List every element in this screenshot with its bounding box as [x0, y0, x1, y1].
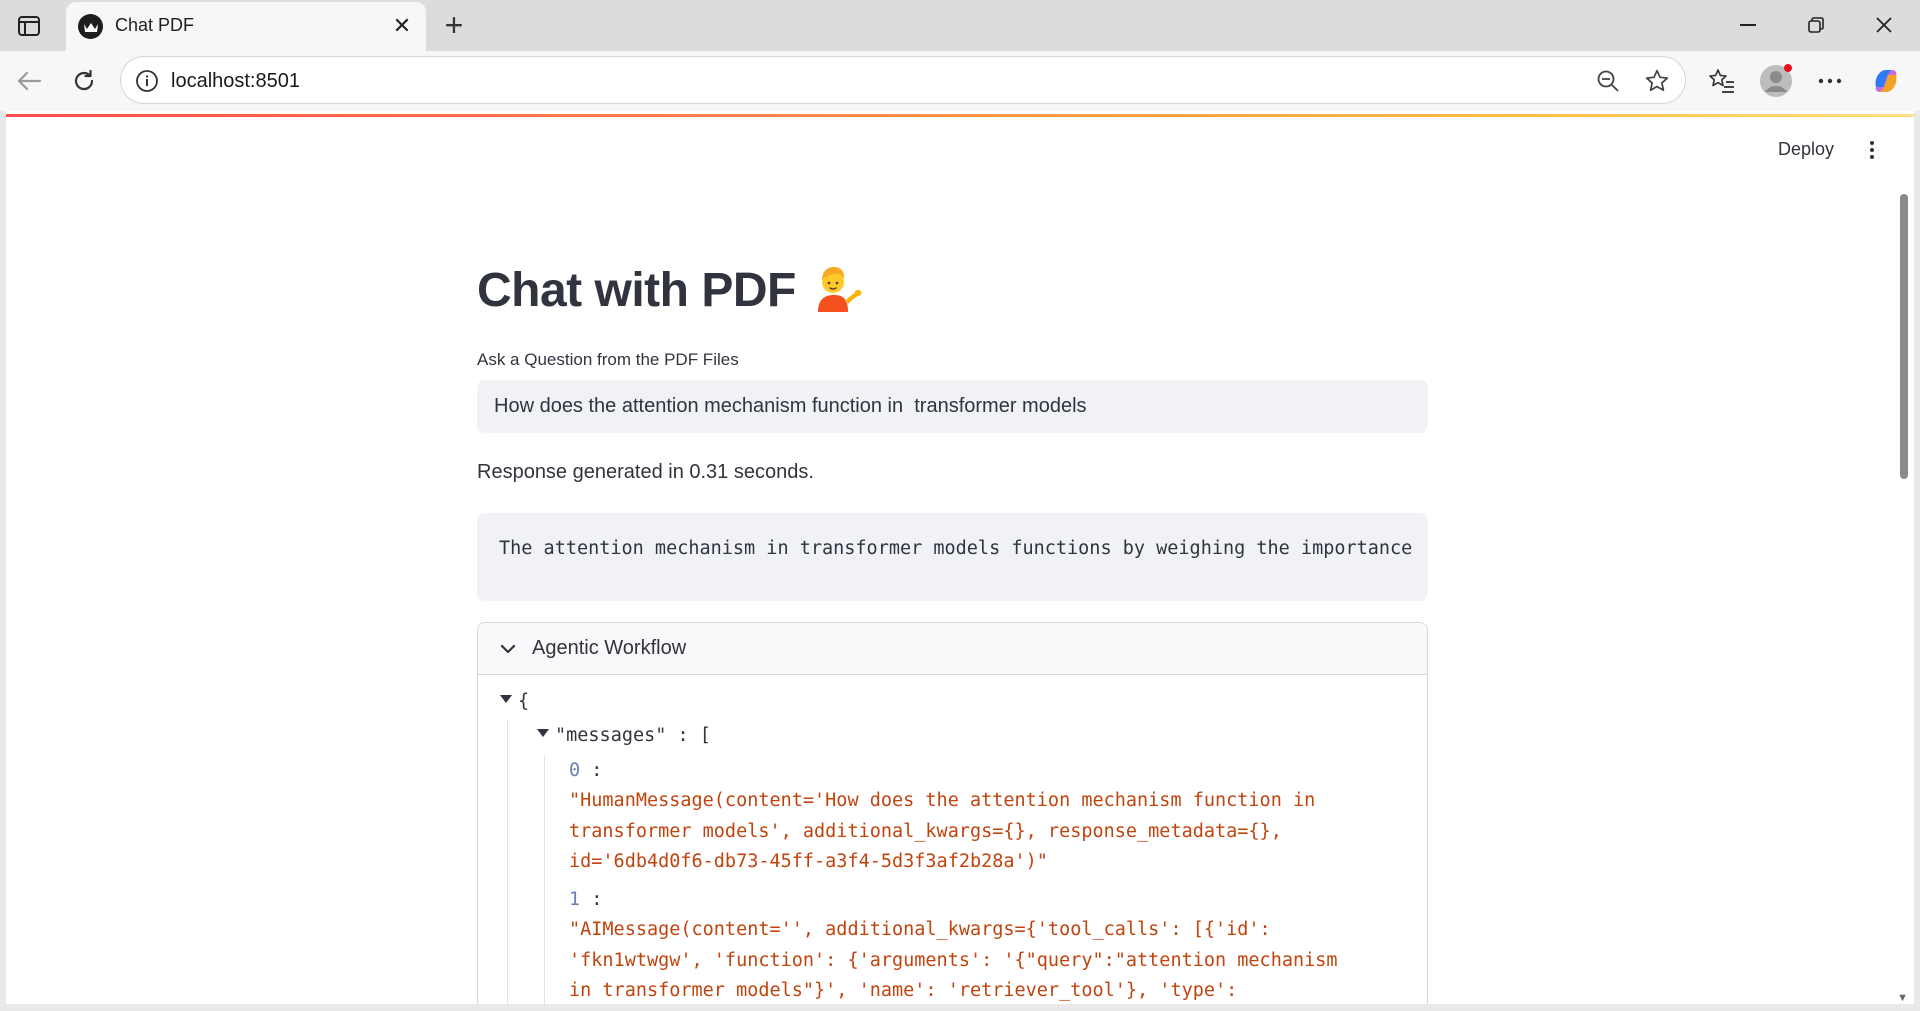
scroll-down-arrow-icon[interactable]: ▼ [1897, 992, 1908, 1004]
agentic-workflow-expander: Agentic Workflow { "messages" : [ 0 : "H… [477, 622, 1428, 1004]
address-bar[interactable]: localhost:8501 [120, 56, 1686, 104]
json-index-row: 0 : [569, 760, 603, 781]
json-string-line: 'fkn1wtwgw', 'function': {'arguments': '… [569, 950, 1338, 971]
json-indent-guide [507, 721, 508, 1004]
site-info-icon[interactable] [135, 69, 159, 93]
json-string-line: transformer models', additional_kwargs={… [569, 821, 1282, 842]
expander-header[interactable]: Agentic Workflow [478, 623, 1427, 675]
person-tipping-hand-emoji-icon [810, 262, 862, 314]
json-index-row: 1 : [569, 889, 603, 910]
favorite-star-icon[interactable] [1644, 68, 1670, 94]
url-text[interactable]: localhost:8501 [171, 70, 300, 93]
json-root-row: { [500, 691, 529, 712]
back-arrow-icon[interactable] [12, 64, 46, 98]
json-string-line: "HumanMessage(content='How does the atte… [569, 790, 1316, 811]
main-menu-icon[interactable] [1860, 138, 1884, 162]
json-key: "messages" [555, 725, 667, 746]
streamlit-decoration-bar [6, 114, 1914, 117]
reload-icon[interactable] [67, 64, 101, 98]
page-viewport: Deploy ▼ Chat with PDF Ask a Question fr… [6, 111, 1914, 1004]
tab-title: Chat PDF [115, 15, 195, 35]
page-title: Chat with PDF [477, 262, 862, 318]
deploy-button[interactable]: Deploy [1778, 139, 1834, 160]
more-options-icon[interactable] [1812, 63, 1848, 99]
answer-code-block: The attention mechanism in transformer m… [477, 513, 1428, 601]
zoom-out-icon[interactable] [1595, 68, 1621, 94]
collapse-caret-icon[interactable] [537, 729, 549, 737]
streamlit-crown-icon [78, 14, 103, 39]
tab-actions-icon[interactable] [14, 11, 44, 41]
json-indent-guide [544, 755, 545, 1004]
json-string-line: in transformer models"}', 'name': 'retri… [569, 980, 1238, 1001]
json-string-line: id='6db4d0f6-db73-45ff-a3f4-5d3f3af2b28a… [569, 851, 1048, 872]
profile-avatar-icon[interactable] [1758, 63, 1794, 99]
close-tab-icon[interactable]: ✕ [390, 13, 414, 38]
expander-title: Agentic Workflow [532, 637, 687, 659]
restore-icon[interactable] [1796, 10, 1836, 40]
browser-tab-bar: Chat PDF ✕ + [0, 0, 1920, 51]
response-timing-text: Response generated in 0.31 seconds. [477, 461, 814, 483]
browser-tab[interactable]: Chat PDF ✕ [66, 2, 426, 51]
question-input-label: Ask a Question from the PDF Files [477, 350, 739, 369]
question-input[interactable] [477, 380, 1428, 433]
json-string-line: "AIMessage(content='', additional_kwargs… [569, 919, 1271, 940]
copilot-icon[interactable] [1868, 63, 1904, 99]
answer-code-text: The attention mechanism in transformer m… [499, 538, 1413, 559]
chevron-down-icon [500, 644, 516, 654]
address-toolbar: localhost:8501 [0, 51, 1920, 111]
json-index: 1 [569, 889, 581, 910]
favorites-icon[interactable] [1704, 63, 1740, 99]
collapse-caret-icon[interactable] [500, 695, 512, 703]
new-tab-button[interactable]: + [438, 9, 470, 41]
minimize-icon[interactable] [1728, 10, 1768, 40]
json-index: 0 [569, 760, 581, 781]
json-messages-row: "messages" : [ [537, 725, 711, 746]
window-close-icon[interactable] [1864, 10, 1904, 40]
scrollbar-thumb[interactable] [1900, 194, 1908, 479]
